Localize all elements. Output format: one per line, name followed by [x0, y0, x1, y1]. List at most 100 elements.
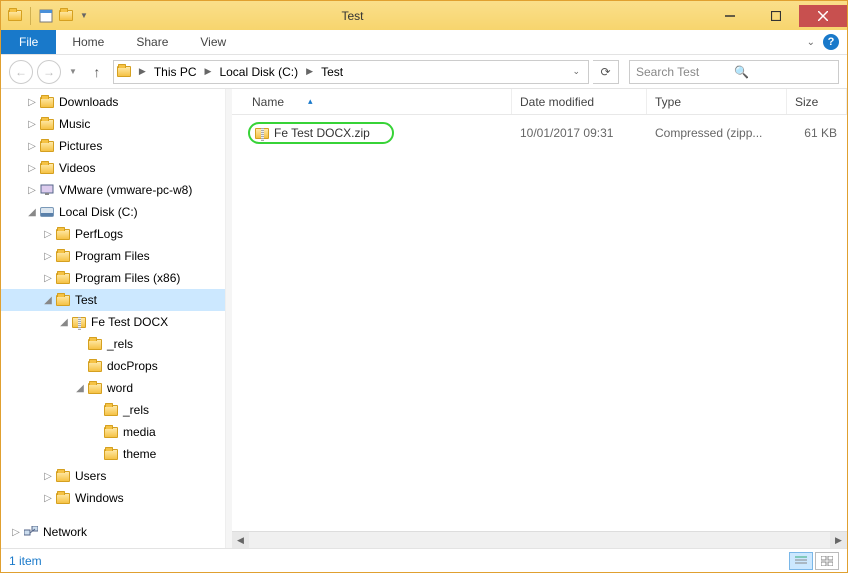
window-title: Test	[88, 9, 707, 23]
tree-item-music[interactable]: ▷Music	[1, 113, 225, 135]
navigation-tree[interactable]: ▷Downloads ▷Music ▷Pictures ▷Videos ▷VMw…	[1, 89, 226, 548]
expand-icon[interactable]: ▷	[25, 185, 39, 196]
folder-icon	[39, 94, 55, 110]
expand-icon[interactable]: ▷	[25, 141, 39, 152]
search-icon: 🔍	[734, 65, 832, 79]
column-headers: Name▴ Date modified Type Size	[232, 89, 847, 115]
explorer-window: ▼ Test File Home Share View ⌄ ? ← → ▼ ↑ …	[0, 0, 848, 573]
horizontal-scrollbar[interactable]: ◀ ▶	[232, 531, 847, 548]
folder-icon	[116, 64, 132, 80]
status-bar: 1 item	[1, 548, 847, 572]
breadcrumb-test[interactable]: Test	[316, 65, 348, 79]
collapse-icon[interactable]: ◢	[73, 383, 87, 394]
tree-item-windows[interactable]: ▷Windows	[1, 487, 225, 509]
file-name: Fe Test DOCX.zip	[274, 126, 370, 140]
folder-icon	[87, 358, 103, 374]
ribbon: File Home Share View ⌄ ?	[1, 30, 847, 55]
folder-icon	[39, 160, 55, 176]
tree-item-theme[interactable]: theme	[1, 443, 225, 465]
column-header-name[interactable]: Name▴	[232, 89, 512, 114]
expand-icon[interactable]: ▷	[25, 119, 39, 130]
file-date: 10/01/2017 09:31	[512, 126, 647, 140]
tree-item-pictures[interactable]: ▷Pictures	[1, 135, 225, 157]
expand-icon[interactable]: ▷	[25, 163, 39, 174]
file-tab[interactable]: File	[1, 30, 56, 54]
breadcrumb-local-disk[interactable]: Local Disk (C:)	[214, 65, 303, 79]
qat-dropdown-icon[interactable]: ▼	[80, 11, 88, 20]
search-input[interactable]: Search Test 🔍	[629, 60, 839, 84]
tree-item-program-files[interactable]: ▷Program Files	[1, 245, 225, 267]
quick-access-toolbar: ▼	[7, 7, 88, 25]
tree-item-word[interactable]: ◢word	[1, 377, 225, 399]
expand-icon[interactable]: ▷	[41, 471, 55, 482]
zip-icon	[71, 314, 87, 330]
file-highlight: Fe Test DOCX.zip	[248, 122, 394, 144]
new-folder-icon[interactable]	[58, 8, 74, 24]
column-header-date[interactable]: Date modified	[512, 89, 647, 114]
expand-icon[interactable]: ▷	[25, 97, 39, 108]
folder-icon	[87, 380, 103, 396]
chevron-right-icon[interactable]: ▶	[303, 66, 316, 77]
minimize-button[interactable]	[707, 5, 753, 27]
tree-item-program-files-x86[interactable]: ▷Program Files (x86)	[1, 267, 225, 289]
tree-item-media[interactable]: media	[1, 421, 225, 443]
window-controls	[707, 5, 847, 27]
sort-ascending-icon: ▴	[308, 96, 313, 107]
properties-icon[interactable]	[38, 8, 54, 24]
tree-item-vmware[interactable]: ▷VMware (vmware-pc-w8)	[1, 179, 225, 201]
folder-icon	[55, 248, 71, 264]
chevron-right-icon[interactable]: ▶	[136, 66, 149, 77]
tree-item-docprops[interactable]: docProps	[1, 355, 225, 377]
tree-item-local-disk[interactable]: ◢Local Disk (C:)	[1, 201, 225, 223]
disk-icon	[39, 204, 55, 220]
folder-icon	[103, 446, 119, 462]
scroll-right-icon[interactable]: ▶	[830, 532, 847, 549]
back-button[interactable]: ←	[9, 60, 33, 84]
up-button[interactable]: ↑	[87, 62, 107, 82]
forward-button[interactable]: →	[37, 60, 61, 84]
expand-icon[interactable]: ▷	[9, 527, 23, 538]
network-icon	[23, 524, 39, 540]
tab-home[interactable]: Home	[56, 30, 120, 54]
help-icon[interactable]: ?	[823, 34, 839, 50]
folder-icon	[55, 292, 71, 308]
expand-icon[interactable]: ▷	[41, 251, 55, 262]
breadcrumb-this-pc[interactable]: This PC	[149, 65, 202, 79]
column-header-type[interactable]: Type	[647, 89, 787, 114]
tab-share[interactable]: Share	[120, 30, 184, 54]
details-view-button[interactable]	[789, 552, 813, 570]
expand-icon[interactable]: ▷	[41, 273, 55, 284]
tree-item-perflogs[interactable]: ▷PerfLogs	[1, 223, 225, 245]
tab-view[interactable]: View	[184, 30, 242, 54]
file-row[interactable]: Fe Test DOCX.zip 10/01/2017 09:31 Compre…	[232, 121, 847, 145]
tree-item-videos[interactable]: ▷Videos	[1, 157, 225, 179]
tree-item-network[interactable]: ▷Network	[1, 521, 225, 543]
tree-item-users[interactable]: ▷Users	[1, 465, 225, 487]
expand-icon[interactable]: ▷	[41, 493, 55, 504]
address-dropdown-icon[interactable]: ⌄	[566, 66, 586, 77]
file-list-pane: Name▴ Date modified Type Size Fe Test DO…	[232, 89, 847, 548]
refresh-button[interactable]: ⟳	[593, 60, 619, 84]
folder-icon	[55, 270, 71, 286]
collapse-icon[interactable]: ◢	[25, 207, 39, 218]
expand-icon[interactable]: ▷	[41, 229, 55, 240]
column-header-size[interactable]: Size	[787, 89, 847, 114]
address-bar[interactable]: ▶ This PC▶ Local Disk (C:)▶ Test ⌄	[113, 60, 589, 84]
scroll-left-icon[interactable]: ◀	[232, 532, 249, 549]
tree-item-test[interactable]: ◢Test	[1, 289, 225, 311]
titlebar: ▼ Test	[1, 1, 847, 30]
expand-ribbon-icon[interactable]: ⌄	[807, 37, 815, 48]
tree-item-fe-test-docx[interactable]: ◢Fe Test DOCX	[1, 311, 225, 333]
collapse-icon[interactable]: ◢	[41, 295, 55, 306]
close-button[interactable]	[799, 5, 847, 27]
tree-item-downloads[interactable]: ▷Downloads	[1, 91, 225, 113]
thumbnails-view-button[interactable]	[815, 552, 839, 570]
tree-item-rels2[interactable]: _rels	[1, 399, 225, 421]
collapse-icon[interactable]: ◢	[57, 317, 71, 328]
chevron-right-icon[interactable]: ▶	[202, 66, 215, 77]
history-dropdown-icon[interactable]: ▼	[69, 67, 77, 76]
file-list[interactable]: Fe Test DOCX.zip 10/01/2017 09:31 Compre…	[232, 115, 847, 531]
tree-item-rels[interactable]: _rels	[1, 333, 225, 355]
file-type: Compressed (zipp...	[647, 126, 787, 140]
maximize-button[interactable]	[753, 5, 799, 27]
